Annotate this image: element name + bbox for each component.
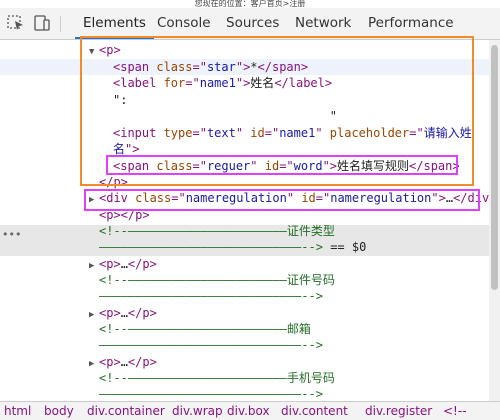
breadcrumb-item[interactable]: html <box>4 402 31 420</box>
dom-line-content: ————————————————————————————--> <box>99 288 323 304</box>
dom-line[interactable]: ▶ <p>…</p> <box>0 305 500 321</box>
device-toggle-icon[interactable] <box>32 12 52 34</box>
breadcrumb: html body div.container div.wrap div.box div.… <box>0 401 500 420</box>
dom-line[interactable]: ▶ <p>…</p> <box>0 354 500 370</box>
annotation-box-div <box>84 189 480 211</box>
token-cmt: <!--——————————————————————证件号码 <box>99 273 335 287</box>
dom-line[interactable]: <!--——————————————————————邮箱 <box>0 321 500 337</box>
dom-line[interactable]: ————————————————————————————--> == $0 <box>0 239 500 255</box>
tab-console[interactable]: Console <box>157 8 211 39</box>
breadcrumb-item[interactable]: body <box>44 402 74 420</box>
dom-line[interactable]: <!--——————————————————————证件号码 <box>0 272 500 288</box>
token-tag: </p> <box>127 306 157 320</box>
breadcrumb-item[interactable]: div.wrap <box>172 402 223 420</box>
dom-line-content: ————————————————————————————--> <box>99 386 323 400</box>
tab-network[interactable]: Network <box>295 8 351 39</box>
token-cmt: ————————————————————————————--> <box>99 387 323 400</box>
token-tag: </p> <box>127 257 157 271</box>
token-cmt: <!--——————————————————————证件类型 <box>99 224 335 238</box>
token-txt: … <box>120 257 128 271</box>
tab-performance[interactable]: Performance <box>368 8 454 39</box>
token-tag: <p> <box>99 306 121 320</box>
token-cmt: ————————————————————————————--> <box>99 289 323 303</box>
breadcrumb-item[interactable]: div.register <box>365 402 432 420</box>
more-actions-icon[interactable]: ••• <box>2 228 21 241</box>
dom-line[interactable]: <!--——————————————————————手机号码 <box>0 370 500 386</box>
dom-line-content: ————————————————————————————--> == $0 <box>99 239 366 255</box>
window-title: 您现在的位置：客户首页>注册 <box>194 0 306 8</box>
token-tag: <p> <box>99 257 121 271</box>
inspect-element-icon[interactable] <box>6 12 26 34</box>
token-cmt: <!--——————————————————————手机号码 <box>99 371 335 385</box>
dom-line[interactable]: <!--——————————————————————证件类型 <box>0 223 500 239</box>
dom-line[interactable]: ————————————————————————————--> <box>0 288 500 304</box>
dom-line[interactable]: ▶ <p>…</p> <box>0 256 500 272</box>
dom-line-content: <!--——————————————————————邮箱 <box>99 321 311 337</box>
dom-line[interactable]: ————————————————————————————--> <box>0 386 500 400</box>
breadcrumb-item[interactable]: div.container <box>87 402 165 420</box>
breadcrumb-item[interactable]: <!-- <box>443 402 467 420</box>
token-tag: <p> <box>99 355 121 369</box>
dom-line-content: <!--——————————————————————证件号码 <box>99 272 335 288</box>
dom-line-content: <p>…</p> <box>99 256 157 272</box>
breadcrumb-item[interactable]: div.content <box>281 402 348 420</box>
token-cmt: <!--——————————————————————邮箱 <box>99 322 311 336</box>
token-txt: … <box>120 355 128 369</box>
dom-line-content: <p>…</p> <box>99 354 157 370</box>
dom-line-content: <!--——————————————————————证件类型 <box>99 223 335 239</box>
tab-elements[interactable]: Elements <box>75 8 154 39</box>
token-cmt: ————————————————————————————--> <box>99 240 323 254</box>
dom-line-content: <!--——————————————————————手机号码 <box>99 370 335 386</box>
annotation-box-span <box>106 155 458 175</box>
token-cmt: ————————————————————————————--> <box>99 338 323 352</box>
tab-sources[interactable]: Sources <box>226 8 279 39</box>
token-txt: … <box>120 306 128 320</box>
breadcrumb-item[interactable]: div.box <box>227 402 270 420</box>
toolbar-divider <box>60 16 61 32</box>
dom-line[interactable]: ————————————————————————————--> <box>0 337 500 353</box>
dom-line-content: <p>…</p> <box>99 305 157 321</box>
scrollbar-thumb[interactable] <box>491 45 498 290</box>
token-txt: == $0 <box>322 240 367 254</box>
dom-line-content: ————————————————————————————--> <box>99 337 323 353</box>
token-tag: </p> <box>127 355 157 369</box>
